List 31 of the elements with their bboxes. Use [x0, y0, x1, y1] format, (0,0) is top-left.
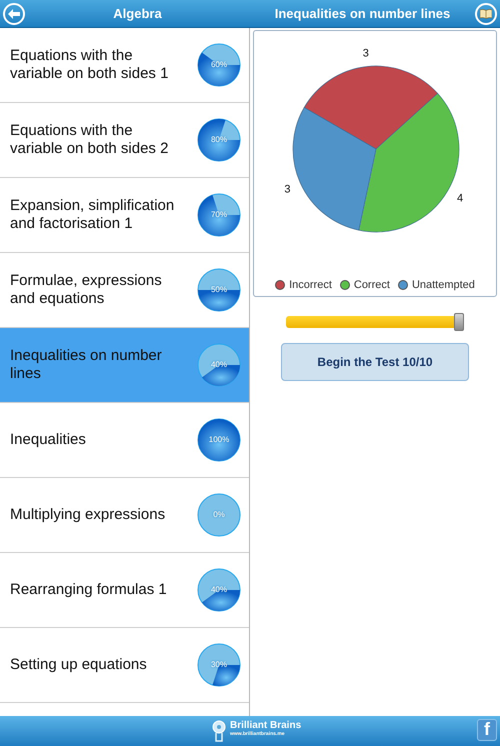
- data-label: 3: [284, 183, 290, 196]
- progress-pie-icon: 100%: [197, 418, 241, 462]
- legend-label: Correct: [354, 278, 390, 293]
- legend-label: Incorrect: [289, 278, 332, 293]
- topic-label: Inequalities: [10, 431, 87, 449]
- book-icon: [480, 8, 492, 18]
- topic-title: Inequalities on number lines: [274, 4, 452, 23]
- back-button[interactable]: [3, 2, 25, 24]
- topic-label: Formulae, expressions and equations: [10, 272, 163, 308]
- book-button[interactable]: [475, 2, 497, 24]
- progress-pie-icon: 60%: [197, 43, 241, 87]
- data-label: 3: [362, 48, 369, 60]
- progress-pie-icon: 70%: [197, 193, 241, 237]
- topic-label: Rearranging formulas 1: [10, 581, 168, 599]
- begin-test-button[interactable]: Begin the Test 10/10: [281, 343, 469, 381]
- topic-label: Setting up equations: [10, 656, 148, 674]
- topic-label: Multiplying expressions: [10, 506, 166, 524]
- arrow-left-icon: [8, 8, 20, 18]
- topic-label: Equations with the variable on both sides 1: [10, 47, 170, 83]
- progress-pie-icon: 0%: [197, 493, 241, 537]
- question-slider[interactable]: [286, 316, 464, 328]
- topic-label: Inequalities on number lines: [10, 347, 163, 383]
- screen-title: Algebra: [112, 4, 163, 23]
- progress-pie-icon: 30%: [197, 643, 241, 687]
- brand-name: Brilliant Brains: [230, 721, 302, 731]
- data-label: 4: [456, 192, 464, 204]
- topic-label: Equations with the variable on both sides 2: [10, 122, 170, 158]
- topic-label: Expansion, simplification and factorisation 1: [10, 197, 176, 233]
- legend-label: Unattempted: [412, 278, 475, 293]
- brain-logo-icon: [212, 719, 226, 743]
- progress-pie-icon: 80%: [197, 118, 241, 162]
